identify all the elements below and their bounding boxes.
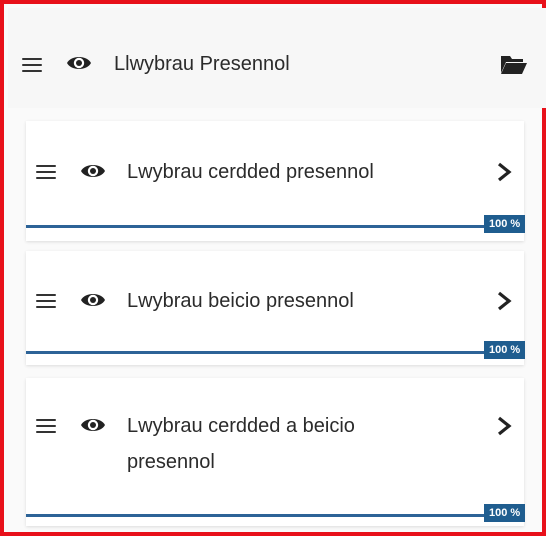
layer-item-walking-cycling-routes[interactable]: Lwybrau cerdded a beicio presennol 100 %: [26, 378, 526, 526]
drag-handle-icon[interactable]: [36, 165, 56, 179]
chevron-right-icon[interactable]: [496, 416, 512, 436]
eye-icon[interactable]: [80, 412, 106, 438]
layer-progress-bar: [26, 225, 484, 228]
layer-title: Lwybrau cerdded presennol: [127, 161, 374, 183]
layer-list-panel: Llwybrau Presennol Lwybrau cerdded prese…: [0, 0, 546, 536]
layer-progress-fill: [26, 225, 484, 228]
layer-title: Lwybrau beicio presennol: [127, 290, 354, 312]
progress-badge: 100 %: [484, 504, 526, 522]
drag-handle-icon[interactable]: [36, 419, 56, 433]
chevron-right-icon[interactable]: [496, 291, 512, 311]
drag-handle-icon[interactable]: [36, 294, 56, 308]
layer-progress-fill: [26, 351, 484, 354]
chevron-right-icon[interactable]: [496, 162, 512, 182]
layer-group-title: Llwybrau Presennol: [114, 53, 290, 75]
layer-progress-fill: [26, 514, 484, 517]
progress-badge: 100 %: [484, 215, 526, 233]
eye-icon[interactable]: [80, 158, 106, 184]
folder-open-icon[interactable]: [500, 52, 528, 76]
drag-handle-icon[interactable]: [22, 58, 42, 72]
progress-badge: 100 %: [484, 341, 526, 359]
eye-icon[interactable]: [66, 50, 92, 76]
layer-title-line-2: presennol: [127, 451, 215, 473]
layer-group-header[interactable]: Llwybrau Presennol: [8, 8, 546, 108]
layer-progress-bar: [26, 351, 484, 354]
layer-progress-bar: [26, 514, 484, 517]
eye-icon[interactable]: [80, 287, 106, 313]
layer-item-cycling-routes[interactable]: Lwybrau beicio presennol 100 %: [26, 251, 526, 365]
layer-item-walking-routes[interactable]: Lwybrau cerdded presennol 100 %: [26, 121, 526, 241]
layer-title-line-1: Lwybrau cerdded a beicio: [127, 415, 355, 437]
